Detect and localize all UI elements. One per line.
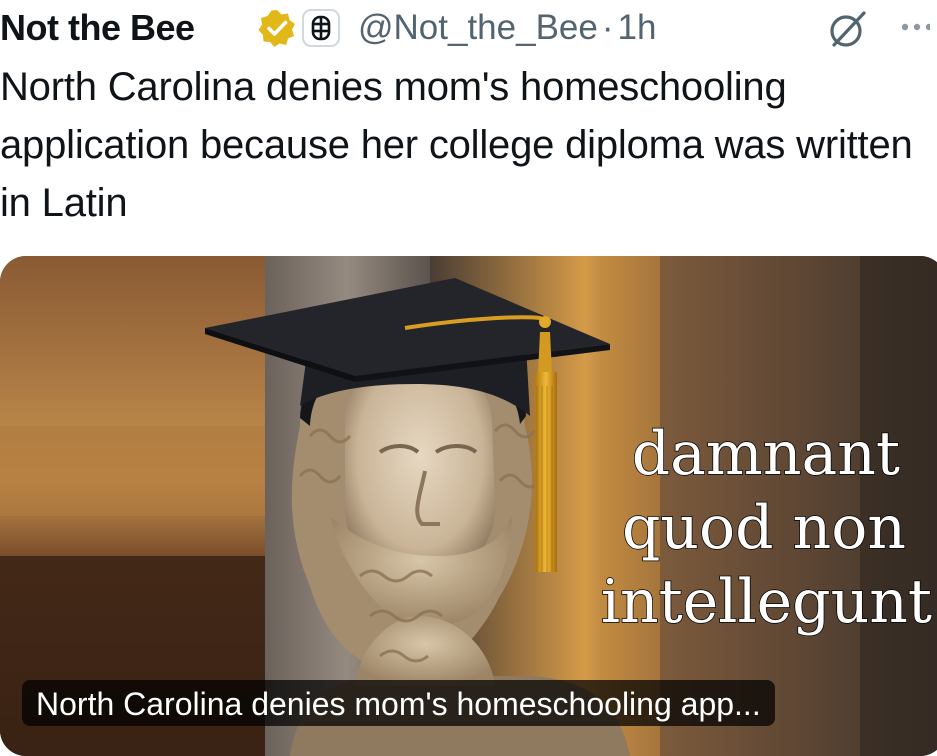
separator-dot: · xyxy=(601,8,614,47)
bee-affiliate-icon[interactable] xyxy=(302,9,340,47)
more-options-icon[interactable] xyxy=(900,20,930,34)
post-header: Not the Bee @Not_the_Bee · 1h xyxy=(0,0,937,56)
link-card-caption[interactable]: North Carolina denies mom's homeschoolin… xyxy=(22,680,775,726)
bee-glyph-icon xyxy=(311,15,331,41)
overlay-line-1: damnant xyxy=(632,419,900,489)
overlay-line-2: quod non xyxy=(622,493,906,563)
post-text: North Carolina denies mom's homeschoolin… xyxy=(0,65,913,225)
grok-icon[interactable] xyxy=(826,7,870,51)
image-overlay-text: damnant quod non intellegunt xyxy=(600,418,933,638)
handle-time-line: @Not_the_Bee · 1h xyxy=(358,6,656,50)
overlay-line-3: intellegunt xyxy=(601,567,932,637)
verified-badge-icon[interactable] xyxy=(257,8,297,48)
author-handle[interactable]: @Not_the_Bee xyxy=(358,8,598,47)
author-name[interactable]: Not the Bee xyxy=(0,6,195,50)
post-time[interactable]: 1h xyxy=(618,8,657,47)
